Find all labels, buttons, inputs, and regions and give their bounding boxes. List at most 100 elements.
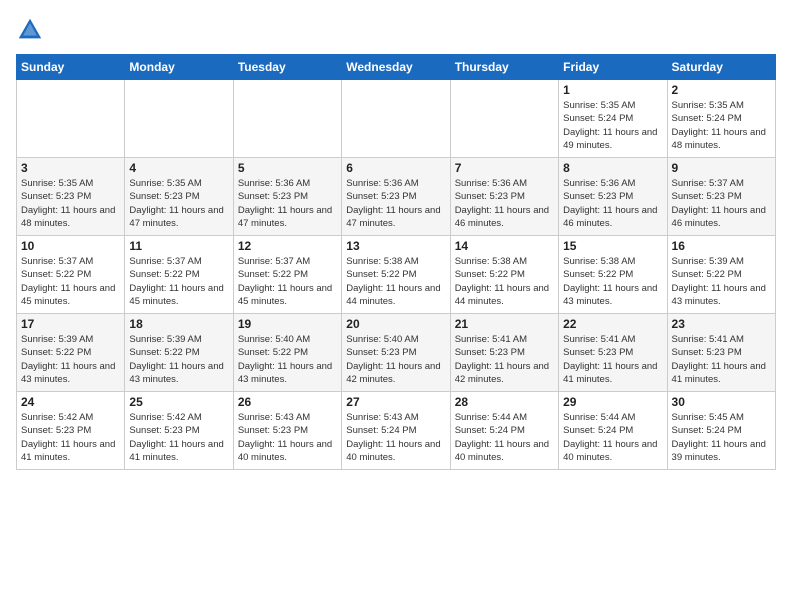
day-info: Sunrise: 5:44 AM Sunset: 5:24 PM Dayligh… [455,411,554,464]
calendar-day-cell: 4Sunrise: 5:35 AM Sunset: 5:23 PM Daylig… [125,158,233,236]
day-number: 14 [455,239,554,253]
calendar-weekday-header: Tuesday [233,55,341,80]
calendar-weekday-header: Friday [559,55,667,80]
day-info: Sunrise: 5:38 AM Sunset: 5:22 PM Dayligh… [563,255,662,308]
calendar-table: SundayMondayTuesdayWednesdayThursdayFrid… [16,54,776,470]
day-number: 5 [238,161,337,175]
day-info: Sunrise: 5:42 AM Sunset: 5:23 PM Dayligh… [21,411,120,464]
day-number: 26 [238,395,337,409]
day-number: 18 [129,317,228,331]
calendar-week-row: 10Sunrise: 5:37 AM Sunset: 5:22 PM Dayli… [17,236,776,314]
calendar-day-cell [233,80,341,158]
calendar-day-cell: 19 Sunrise: 5:40 AM Sunset: 5:22 PM Dayli… [233,314,341,392]
day-info: Sunrise: 5:35 AM Sunset: 5:23 PM Dayligh… [21,177,120,230]
day-number: 27 [346,395,445,409]
day-number: 4 [129,161,228,175]
calendar-day-cell: 20 Sunrise: 5:40 AM Sunset: 5:23 PM Dayli… [342,314,450,392]
calendar-day-cell [125,80,233,158]
day-info: Sunrise: 5:39 AM Sunset: 5:22 PM Dayligh… [129,333,228,386]
calendar-day-cell [450,80,558,158]
calendar-day-cell: 18 Sunrise: 5:39 AM Sunset: 5:22 PM Dayli… [125,314,233,392]
day-info: Sunrise: 5:37 AM Sunset: 5:22 PM Dayligh… [21,255,120,308]
day-number: 20 [346,317,445,331]
calendar-day-cell: 17Sunrise: 5:39 AM Sunset: 5:22 PM Dayli… [17,314,125,392]
calendar-weekday-header: Thursday [450,55,558,80]
day-number: 8 [563,161,662,175]
day-info: Sunrise: 5:40 AM Sunset: 5:22 PM Dayligh… [238,333,337,386]
calendar-day-cell: 25 Sunrise: 5:42 AM Sunset: 5:23 PM Dayli… [125,392,233,470]
day-info: Sunrise: 5:38 AM Sunset: 5:22 PM Dayligh… [346,255,445,308]
day-number: 7 [455,161,554,175]
calendar-day-cell: 3 Sunrise: 5:35 AM Sunset: 5:23 PM Daylig… [17,158,125,236]
day-info: Sunrise: 5:36 AM Sunset: 5:23 PM Dayligh… [346,177,445,230]
calendar-day-cell: 6 Sunrise: 5:36 AM Sunset: 5:23 PM Daylig… [342,158,450,236]
calendar-header-row: SundayMondayTuesdayWednesdayThursdayFrid… [17,55,776,80]
calendar-day-cell: 29 Sunrise: 5:44 AM Sunset: 5:24 PM Dayli… [559,392,667,470]
calendar-day-cell: 1Sunrise: 5:35 AM Sunset: 5:24 PM Daylig… [559,80,667,158]
day-number: 25 [129,395,228,409]
day-number: 11 [129,239,228,253]
day-info: Sunrise: 5:44 AM Sunset: 5:24 PM Dayligh… [563,411,662,464]
calendar-day-cell: 2 Sunrise: 5:35 AM Sunset: 5:24 PM Daylig… [667,80,775,158]
day-number: 30 [672,395,771,409]
calendar-day-cell [342,80,450,158]
day-number: 6 [346,161,445,175]
day-info: Sunrise: 5:37 AM Sunset: 5:23 PM Dayligh… [672,177,771,230]
calendar-day-cell: 16 Sunrise: 5:39 AM Sunset: 5:22 PM Dayli… [667,236,775,314]
page-header [16,16,776,44]
calendar-day-cell: 30 Sunrise: 5:45 AM Sunset: 5:24 PM Dayli… [667,392,775,470]
calendar-day-cell: 28Sunrise: 5:44 AM Sunset: 5:24 PM Dayli… [450,392,558,470]
day-number: 3 [21,161,120,175]
calendar-day-cell: 9 Sunrise: 5:37 AM Sunset: 5:23 PM Daylig… [667,158,775,236]
calendar-day-cell: 22 Sunrise: 5:41 AM Sunset: 5:23 PM Dayli… [559,314,667,392]
day-number: 24 [21,395,120,409]
day-info: Sunrise: 5:45 AM Sunset: 5:24 PM Dayligh… [672,411,771,464]
day-info: Sunrise: 5:39 AM Sunset: 5:22 PM Dayligh… [21,333,120,386]
day-number: 22 [563,317,662,331]
day-info: Sunrise: 5:35 AM Sunset: 5:24 PM Dayligh… [672,99,771,152]
day-info: Sunrise: 5:35 AM Sunset: 5:24 PM Dayligh… [563,99,662,152]
day-info: Sunrise: 5:37 AM Sunset: 5:22 PM Dayligh… [129,255,228,308]
day-number: 12 [238,239,337,253]
calendar-weekday-header: Monday [125,55,233,80]
day-number: 9 [672,161,771,175]
day-info: Sunrise: 5:36 AM Sunset: 5:23 PM Dayligh… [455,177,554,230]
day-info: Sunrise: 5:36 AM Sunset: 5:23 PM Dayligh… [238,177,337,230]
day-number: 29 [563,395,662,409]
calendar-day-cell: 8 Sunrise: 5:36 AM Sunset: 5:23 PM Daylig… [559,158,667,236]
day-info: Sunrise: 5:41 AM Sunset: 5:23 PM Dayligh… [563,333,662,386]
day-info: Sunrise: 5:41 AM Sunset: 5:23 PM Dayligh… [455,333,554,386]
day-info: Sunrise: 5:39 AM Sunset: 5:22 PM Dayligh… [672,255,771,308]
day-info: Sunrise: 5:36 AM Sunset: 5:23 PM Dayligh… [563,177,662,230]
day-info: Sunrise: 5:43 AM Sunset: 5:24 PM Dayligh… [346,411,445,464]
calendar-week-row: 17Sunrise: 5:39 AM Sunset: 5:22 PM Dayli… [17,314,776,392]
calendar-day-cell: 15 Sunrise: 5:38 AM Sunset: 5:22 PM Dayli… [559,236,667,314]
calendar-day-cell: 12 Sunrise: 5:37 AM Sunset: 5:22 PM Dayli… [233,236,341,314]
day-info: Sunrise: 5:37 AM Sunset: 5:22 PM Dayligh… [238,255,337,308]
calendar-week-row: 1Sunrise: 5:35 AM Sunset: 5:24 PM Daylig… [17,80,776,158]
day-info: Sunrise: 5:40 AM Sunset: 5:23 PM Dayligh… [346,333,445,386]
calendar-day-cell: 14 Sunrise: 5:38 AM Sunset: 5:22 PM Dayli… [450,236,558,314]
calendar-day-cell: 26 Sunrise: 5:43 AM Sunset: 5:23 PM Dayli… [233,392,341,470]
calendar-weekday-header: Saturday [667,55,775,80]
day-number: 2 [672,83,771,97]
calendar-day-cell: 24 Sunrise: 5:42 AM Sunset: 5:23 PM Dayli… [17,392,125,470]
day-number: 16 [672,239,771,253]
day-info: Sunrise: 5:38 AM Sunset: 5:22 PM Dayligh… [455,255,554,308]
calendar-day-cell: 13Sunrise: 5:38 AM Sunset: 5:22 PM Dayli… [342,236,450,314]
calendar-week-row: 24 Sunrise: 5:42 AM Sunset: 5:23 PM Dayli… [17,392,776,470]
day-info: Sunrise: 5:43 AM Sunset: 5:23 PM Dayligh… [238,411,337,464]
calendar-day-cell: 27 Sunrise: 5:43 AM Sunset: 5:24 PM Dayli… [342,392,450,470]
day-info: Sunrise: 5:42 AM Sunset: 5:23 PM Dayligh… [129,411,228,464]
logo [16,16,48,44]
calendar-day-cell: 7 Sunrise: 5:36 AM Sunset: 5:23 PM Daylig… [450,158,558,236]
calendar-day-cell [17,80,125,158]
day-number: 23 [672,317,771,331]
day-number: 19 [238,317,337,331]
calendar-body: 1Sunrise: 5:35 AM Sunset: 5:24 PM Daylig… [17,80,776,470]
calendar-weekday-header: Sunday [17,55,125,80]
logo-icon [16,16,44,44]
day-number: 15 [563,239,662,253]
calendar-day-cell: 21Sunrise: 5:41 AM Sunset: 5:23 PM Dayli… [450,314,558,392]
calendar-day-cell: 10Sunrise: 5:37 AM Sunset: 5:22 PM Dayli… [17,236,125,314]
